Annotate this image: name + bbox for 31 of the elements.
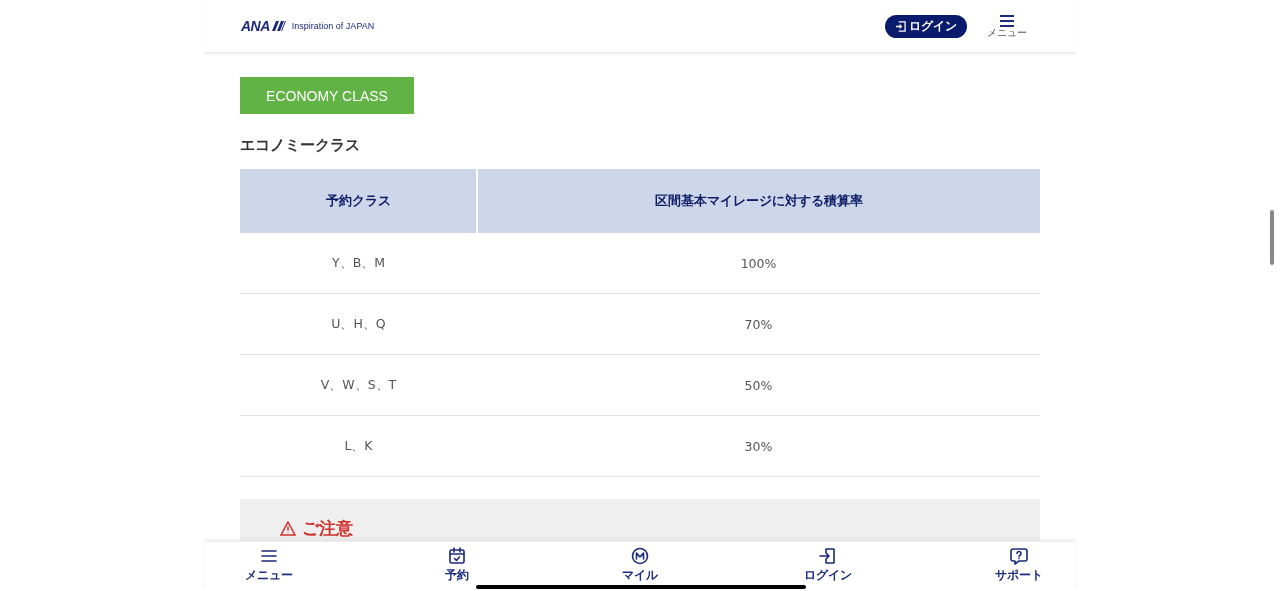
ana-logo[interactable]: ANA bbox=[241, 18, 270, 34]
table-cell: Y、B、M bbox=[240, 233, 477, 294]
column-header: 予約クラス bbox=[240, 169, 477, 233]
section-title: エコノミークラス bbox=[240, 136, 361, 155]
tagline: Inspiration of JAPAN bbox=[291, 21, 375, 31]
table-cell: L、K bbox=[240, 415, 477, 477]
login-button[interactable]: ログイン bbox=[885, 14, 967, 38]
nav-tab[interactable]: 予約 bbox=[436, 542, 477, 591]
menu-button[interactable]: メニュー bbox=[987, 14, 1027, 38]
calendar-icon bbox=[446, 546, 467, 566]
login-icon bbox=[817, 546, 838, 566]
nav-tab[interactable]: ログイン bbox=[803, 542, 852, 591]
nav-tab[interactable]: サポート bbox=[995, 542, 1043, 591]
table-cell: 70% bbox=[477, 293, 1040, 355]
scrollbar bbox=[1270, 210, 1274, 265]
menu-icon bbox=[999, 14, 1015, 28]
column-header: 区間基本マイレージに対する積算率 bbox=[477, 169, 1040, 233]
table-cell: U、H、Q bbox=[240, 293, 477, 355]
logo-stripes-icon bbox=[271, 21, 286, 31]
table-cell: 50% bbox=[477, 354, 1040, 416]
warning-icon bbox=[280, 521, 296, 536]
m-circle-icon bbox=[630, 546, 650, 566]
class-badge: ECONOMY CLASS bbox=[240, 77, 414, 114]
table-cell: V、W、S、T bbox=[240, 354, 477, 416]
notice-title: ご注意 bbox=[302, 517, 353, 540]
nav-tab[interactable]: メニュー bbox=[245, 542, 293, 591]
login-icon bbox=[895, 20, 906, 32]
help-icon bbox=[1009, 546, 1029, 566]
table-cell: 30% bbox=[477, 415, 1040, 477]
table-cell: 100% bbox=[477, 233, 1040, 294]
nav-tab[interactable]: マイル bbox=[620, 542, 660, 591]
